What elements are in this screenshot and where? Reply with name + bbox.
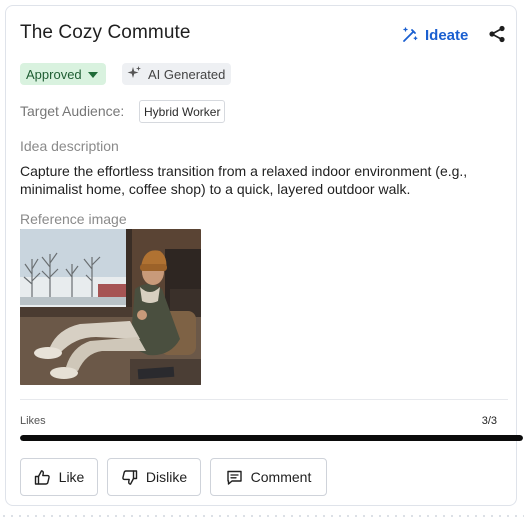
reference-image-heading: Reference image [20, 211, 127, 227]
reference-image[interactable] [20, 229, 201, 385]
idea-description-heading: Idea description [20, 138, 119, 154]
like-label: Like [58, 469, 85, 485]
share-icon[interactable] [487, 24, 507, 44]
target-audience-chip: Hybrid Worker [139, 100, 226, 123]
comment-button[interactable]: Comment [210, 458, 327, 496]
dotted-separator [0, 512, 524, 518]
divider [20, 399, 508, 400]
thumbs-up-icon [34, 469, 51, 486]
target-audience-label: Target Audience: [20, 103, 125, 119]
dislike-label: Dislike [145, 469, 188, 485]
magic-wand-icon [401, 26, 419, 44]
comment-icon [226, 469, 243, 486]
comment-label: Comment [250, 469, 312, 485]
dislike-button[interactable]: Dislike [107, 458, 201, 496]
likes-progress-fill [20, 435, 523, 441]
ideate-button[interactable]: Ideate [401, 25, 468, 45]
idea-card: The Cozy Commute Ideate Approved AI Gene… [5, 5, 523, 506]
ideate-label: Ideate [425, 26, 469, 44]
idea-description-text: Capture the effortless transition from a… [20, 163, 468, 197]
sparkle-icon [126, 65, 142, 84]
status-label: Approved [26, 66, 82, 82]
thumbs-down-icon [121, 469, 138, 486]
likes-label: Likes [20, 415, 46, 427]
likes-count: 3/3 [481, 415, 497, 427]
ai-generated-label: AI Generated [148, 66, 226, 82]
ai-generated-badge: AI Generated [122, 63, 232, 85]
card-title: The Cozy Commute [20, 22, 191, 43]
status-dropdown[interactable]: Approved [20, 63, 106, 85]
like-button[interactable]: Like [20, 458, 98, 496]
likes-progress-bar [20, 435, 523, 441]
chevron-down-icon [87, 71, 98, 78]
